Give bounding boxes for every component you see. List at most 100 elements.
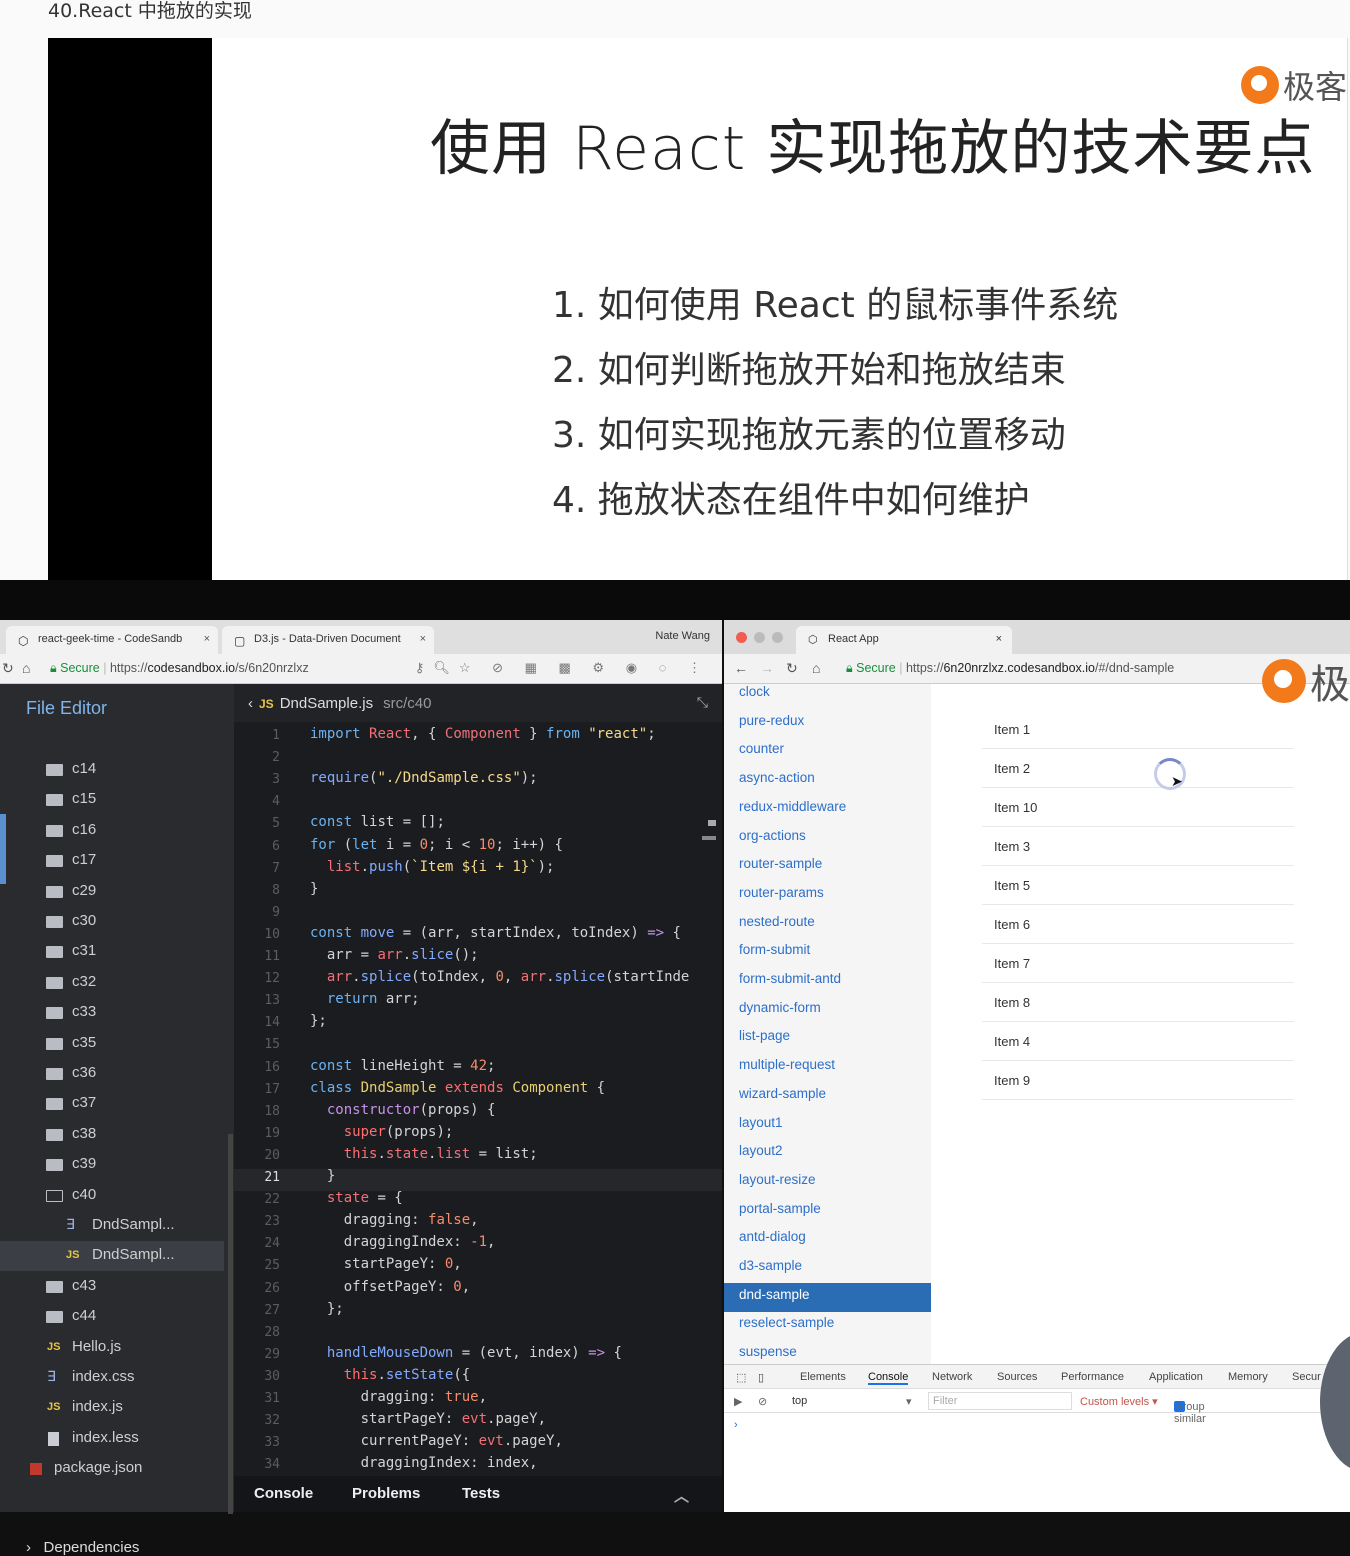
draggable-list-item[interactable]: Item 7 — [982, 944, 1294, 983]
sidebar-file-item[interactable]: c37 — [0, 1089, 224, 1119]
code-line[interactable]: handleMouseDown = (evt, index) => { — [310, 1345, 622, 1361]
sidebar-file-item[interactable]: c31 — [0, 937, 224, 967]
code-line[interactable]: const list = []; — [310, 814, 445, 830]
draggable-list-item[interactable]: Item 9 — [982, 1061, 1294, 1100]
forward-icon[interactable]: → — [760, 660, 774, 676]
sidebar-file-item[interactable]: c36 — [0, 1059, 224, 1089]
code-line[interactable]: return arr; — [310, 991, 420, 1007]
sidebar-file-item[interactable]: JS Hello.js — [0, 1333, 224, 1363]
sidebar-file-item[interactable]: c15 — [0, 785, 224, 815]
code-line[interactable]: offsetPageY: 0, — [310, 1279, 470, 1295]
draggable-list-item[interactable]: Item 2 — [982, 749, 1294, 788]
sidebar-file-item[interactable]: c39 — [0, 1150, 224, 1180]
code-line[interactable]: dragging: false, — [310, 1212, 479, 1228]
code-line[interactable]: this.setState({ — [310, 1367, 470, 1383]
demo-nav-item[interactable]: dynamic-form — [724, 996, 931, 1025]
tab-problems[interactable]: Problems — [352, 1485, 420, 1502]
code-line[interactable]: } — [310, 1168, 335, 1184]
sidebar-file-item[interactable]: c33 — [0, 998, 224, 1028]
profile-name[interactable]: Nate Wang — [655, 630, 710, 642]
sidebar-file-item[interactable]: c32 — [0, 968, 224, 998]
devtools-tab-security[interactable]: Secur — [1292, 1371, 1321, 1383]
console-filter-input[interactable]: Filter — [928, 1392, 1072, 1410]
sidebar-file-item[interactable]: JS DndSampl... — [0, 1241, 224, 1272]
demo-nav-item[interactable]: router-sample — [724, 852, 931, 881]
browser-tab-codesandbox[interactable]: ⬡ react-geek-time - CodeSandb × — [6, 626, 218, 654]
window-maximize-button[interactable] — [772, 632, 783, 643]
devtools-tab-sources[interactable]: Sources — [997, 1371, 1037, 1383]
context-select[interactable]: top — [792, 1395, 807, 1407]
draggable-list-item[interactable]: Item 8 — [982, 983, 1294, 1022]
draggable-list-item[interactable]: Item 1 — [982, 710, 1294, 749]
draggable-list-item[interactable]: Item 3 — [982, 827, 1294, 866]
code-line[interactable]: class DndSample extends Component { — [310, 1080, 605, 1096]
demo-nav-item[interactable]: form-submit — [724, 938, 931, 967]
close-icon[interactable]: × — [996, 633, 1002, 645]
home-icon[interactable]: ⌂ — [22, 660, 30, 676]
sidebar-file-item[interactable]: c29 — [0, 877, 224, 907]
sidebar-file-item[interactable]: index.less — [0, 1424, 224, 1454]
close-icon[interactable]: × — [204, 633, 210, 645]
sidebar-scrollbar[interactable] — [228, 1134, 233, 1514]
reload-icon[interactable]: ↻ — [786, 660, 798, 677]
chevron-down-icon[interactable]: ▾ — [906, 1395, 912, 1408]
draggable-list-item[interactable]: Item 6 — [982, 905, 1294, 944]
code-line[interactable]: startPageY: evt.pageY, — [310, 1411, 546, 1427]
tab-console[interactable]: Console — [254, 1485, 313, 1502]
back-icon[interactable]: ← — [734, 660, 748, 676]
demo-nav-item[interactable]: d3-sample — [724, 1254, 931, 1283]
home-icon[interactable]: ⌂ — [812, 660, 820, 676]
sidebar-file-item[interactable]: c35 — [0, 1029, 224, 1059]
demo-nav-item[interactable]: redux-middleware — [724, 795, 931, 824]
code-line[interactable]: this.state.list = list; — [310, 1146, 538, 1162]
open-file-tab[interactable]: ‹ JS DndSample.js src/c40 — [248, 695, 431, 712]
sidebar-file-item[interactable]: c44 — [0, 1302, 224, 1332]
browser-tab-d3[interactable]: ▢ D3.js - Data-Driven Document × — [222, 626, 434, 654]
code-line[interactable]: arr.splice(toIndex, 0, arr.splice(startI… — [310, 969, 690, 985]
draggable-list-item[interactable]: Item 4 — [982, 1022, 1294, 1061]
code-line[interactable]: arr = arr.slice(); — [310, 947, 479, 963]
draggable-list-item[interactable]: Item 5 — [982, 866, 1294, 905]
devtools-tab-application[interactable]: Application — [1149, 1371, 1203, 1383]
sidebar-file-item[interactable]: c43 — [0, 1272, 224, 1302]
sidebar-file-item[interactable]: ∃ DndSampl... — [0, 1211, 224, 1241]
inspect-icon[interactable]: ⬚ — [736, 1371, 746, 1384]
collapse-icon[interactable]: ⤡ — [697, 694, 708, 711]
demo-nav-item[interactable]: dnd-sample — [724, 1282, 931, 1312]
code-line[interactable]: draggingIndex: -1, — [310, 1234, 496, 1250]
devtools-tab-memory[interactable]: Memory — [1228, 1371, 1268, 1383]
demo-nav-item[interactable]: layout2 — [724, 1139, 931, 1168]
sidebar-file-item[interactable]: c17 — [0, 846, 224, 876]
sidebar-file-item[interactable]: package.json — [0, 1454, 224, 1484]
window-close-button[interactable] — [736, 632, 747, 643]
draggable-list-item[interactable]: Item 10 — [982, 788, 1294, 827]
sidebar-file-item[interactable]: c38 — [0, 1120, 224, 1150]
code-line[interactable]: }; — [310, 1013, 327, 1029]
code-line[interactable]: constructor(props) { — [310, 1102, 496, 1118]
code-line[interactable]: const lineHeight = 42; — [310, 1058, 495, 1074]
code-line[interactable]: const move = (arr, startIndex, toIndex) … — [310, 925, 681, 941]
browser-tab-react-app[interactable]: ⬡ React App × — [796, 626, 1012, 654]
demo-nav-item[interactable]: portal-sample — [724, 1197, 931, 1226]
demo-nav-item[interactable]: multiple-request — [724, 1053, 931, 1082]
dependencies-toggle[interactable]: › Dependencies — [26, 1539, 139, 1556]
reload-icon[interactable]: ↻ — [2, 660, 14, 677]
devtools-tab-network[interactable]: Network — [932, 1371, 972, 1383]
url-field[interactable]: 🔒︎ Secure | https://codesandbox.io/s/6n2… — [50, 661, 309, 676]
url-field[interactable]: 🔒︎ Secure | https://6n20nrzlxz.codesandb… — [846, 661, 1174, 676]
code-line[interactable]: startPageY: 0, — [310, 1256, 462, 1272]
tab-tests[interactable]: Tests — [462, 1485, 500, 1502]
demo-nav-item[interactable]: layout1 — [724, 1111, 931, 1140]
demo-nav-item[interactable]: pure-redux — [724, 709, 931, 738]
devtools-tab-elements[interactable]: Elements — [800, 1371, 846, 1383]
demo-nav-item[interactable]: clock — [724, 680, 931, 709]
sidebar-file-item[interactable]: c16 — [0, 816, 224, 846]
demo-nav-item[interactable]: reselect-sample — [724, 1311, 931, 1340]
sidebar-file-item[interactable]: ∃ index.css — [0, 1363, 224, 1393]
code-line[interactable]: list.push(`Item ${i + 1}`); — [310, 859, 555, 875]
demo-nav-item[interactable]: form-submit-antd — [724, 967, 931, 996]
code-line[interactable]: require("./DndSample.css"); — [310, 770, 538, 786]
devtools-tab-performance[interactable]: Performance — [1061, 1371, 1124, 1383]
sidebar-file-item[interactable]: c14 — [0, 755, 224, 785]
demo-nav-item[interactable]: wizard-sample — [724, 1082, 931, 1111]
